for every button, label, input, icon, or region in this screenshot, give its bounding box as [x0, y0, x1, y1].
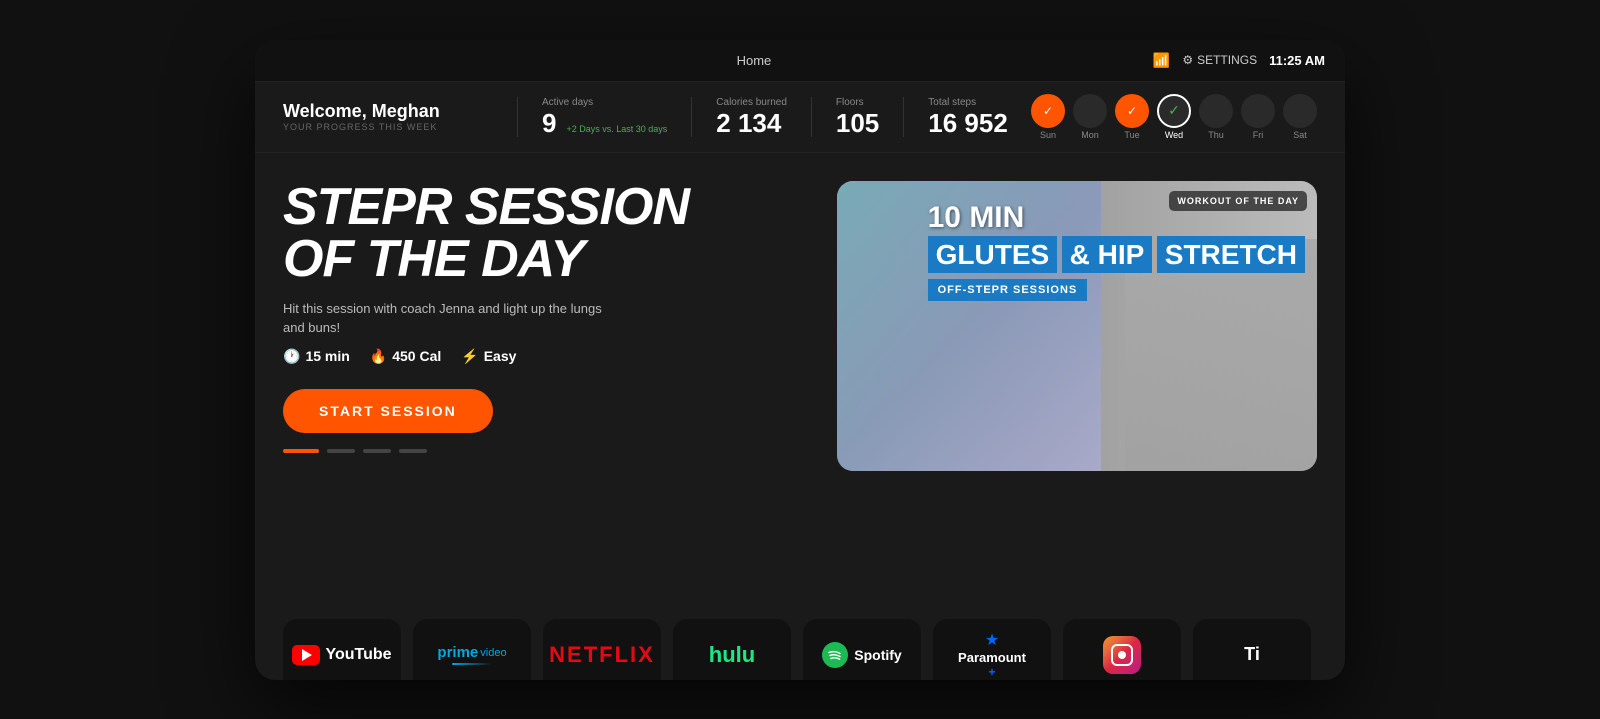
- session-difficulty: ⚡ Easy: [461, 348, 516, 365]
- carousel-dots: [283, 449, 807, 453]
- day-thu[interactable]: Thu: [1199, 94, 1233, 140]
- day-tue[interactable]: ✓ Tue: [1115, 94, 1149, 140]
- main-content: STEPR SESSION OF THE DAY Hit this sessio…: [255, 153, 1345, 619]
- streaming-bar: YouTube prime video NETFLIX hulu: [255, 619, 1345, 680]
- right-panel: 10 MIN GLUTES & HIP STRETCH OFF-STEPR SE…: [837, 181, 1317, 603]
- left-panel: STEPR SESSION OF THE DAY Hit this sessio…: [283, 181, 807, 603]
- session-title: STEPR SESSION OF THE DAY: [283, 181, 807, 285]
- workout-line4: STRETCH: [1157, 236, 1305, 274]
- spotify-app[interactable]: Spotify: [803, 619, 921, 680]
- top-bar-right: 📶 ⚙ SETTINGS 11:25 AM: [1153, 52, 1325, 69]
- calories-stat: Calories burned 2 134: [716, 97, 787, 136]
- day-mon[interactable]: Mon: [1073, 94, 1107, 140]
- divider: [903, 97, 904, 137]
- active-days-sub: +2 Days vs. Last 30 days: [566, 124, 667, 134]
- paramount-app[interactable]: ★ Paramount +: [933, 619, 1051, 680]
- netflix-app[interactable]: NETFLIX: [543, 619, 661, 680]
- wifi-icon: 📶: [1153, 52, 1170, 69]
- workout-card[interactable]: 10 MIN GLUTES & HIP STRETCH OFF-STEPR SE…: [837, 181, 1317, 471]
- tiktok-app[interactable]: Ti: [1193, 619, 1311, 680]
- active-days-value: 9: [542, 110, 556, 136]
- workout-line2: GLUTES: [928, 236, 1058, 274]
- stats-bar: Welcome, Meghan YOUR PROGRESS THIS WEEK …: [255, 82, 1345, 153]
- page-title: Home: [737, 53, 772, 68]
- session-description: Hit this session with coach Jenna and li…: [283, 299, 623, 338]
- hulu-app[interactable]: hulu: [673, 619, 791, 680]
- clock-icon: 🕐: [283, 348, 300, 365]
- steps-label: Total steps: [928, 97, 1008, 108]
- gear-icon: ⚙: [1182, 53, 1193, 67]
- dot-2[interactable]: [327, 449, 355, 453]
- top-bar: Home 📶 ⚙ SETTINGS 11:25 AM: [255, 40, 1345, 82]
- day-sat[interactable]: Sat: [1283, 94, 1317, 140]
- session-meta: 🕐 15 min 🔥 450 Cal ⚡ Easy: [283, 348, 807, 365]
- settings-button[interactable]: ⚙ SETTINGS: [1182, 53, 1257, 67]
- calories-value: 2 134: [716, 110, 787, 136]
- workout-banner: OFF-STEPR SESSIONS: [928, 279, 1088, 301]
- lightning-icon: ⚡: [461, 348, 478, 365]
- welcome-name: Welcome, Meghan: [283, 101, 463, 122]
- fire-icon: 🔥: [370, 348, 387, 365]
- youtube-app[interactable]: YouTube: [283, 619, 401, 680]
- active-days-stat: Active days 9 +2 Days vs. Last 30 days: [542, 97, 667, 136]
- steps-value: 16 952: [928, 110, 1008, 136]
- workout-line3: & HIP: [1062, 236, 1153, 274]
- dot-4[interactable]: [399, 449, 427, 453]
- days-of-week: ✓ Sun Mon ✓ Tue ✓ Wed Thu: [1031, 94, 1317, 140]
- welcome-block: Welcome, Meghan YOUR PROGRESS THIS WEEK: [283, 101, 463, 132]
- floors-stat: Floors 105: [836, 97, 879, 136]
- progress-label: YOUR PROGRESS THIS WEEK: [283, 122, 463, 132]
- floors-label: Floors: [836, 97, 879, 108]
- active-days-label: Active days: [542, 97, 667, 108]
- day-fri[interactable]: Fri: [1241, 94, 1275, 140]
- divider: [811, 97, 812, 137]
- session-calories: 🔥 450 Cal: [370, 348, 441, 365]
- dot-3[interactable]: [363, 449, 391, 453]
- calories-label: Calories burned: [716, 97, 787, 108]
- prime-video-app[interactable]: prime video: [413, 619, 531, 680]
- day-sun[interactable]: ✓ Sun: [1031, 94, 1065, 140]
- day-wed[interactable]: ✓ Wed: [1157, 94, 1191, 140]
- workout-of-day-badge: WORKOUT OF THE DAY: [1169, 191, 1307, 211]
- dot-1[interactable]: [283, 449, 319, 453]
- session-duration: 🕐 15 min: [283, 348, 350, 365]
- divider: [691, 97, 692, 137]
- clock: 11:25 AM: [1269, 53, 1325, 68]
- floors-value: 105: [836, 110, 879, 136]
- steps-stat: Total steps 16 952: [928, 97, 1008, 136]
- instagram-app[interactable]: [1063, 619, 1181, 680]
- start-session-button[interactable]: START SESSION: [283, 389, 493, 433]
- divider: [517, 97, 518, 137]
- device-frame: Home 📶 ⚙ SETTINGS 11:25 AM Welcome, Megh…: [255, 40, 1345, 680]
